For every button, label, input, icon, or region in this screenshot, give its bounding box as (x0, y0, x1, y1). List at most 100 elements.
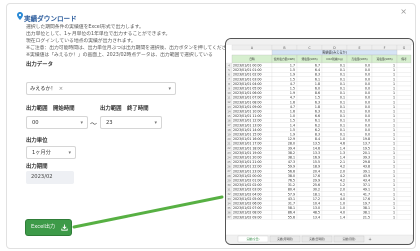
cell-value: 4.2 (340, 179, 345, 183)
cell-value: 17.2 (313, 197, 320, 201)
cell-datetime: 2023/01/02 01:00 (233, 179, 262, 183)
cell-value: 39.1 (363, 169, 370, 173)
chevron-down-icon: ▾ (154, 120, 157, 126)
range-start-label: 出力範囲 開始時間 (26, 106, 75, 112)
cell-value: 13.3 (313, 151, 320, 155)
cell-datetime: 2023/01/02 02:00 (233, 183, 262, 187)
range-start-select[interactable]: 00 ▾ (26, 116, 88, 129)
output-data-label: 出力データ (26, 62, 53, 68)
description-line: 現在ログインしている地点の実績が出力されます。 (26, 39, 136, 45)
cell-value: 10.4 (313, 202, 320, 206)
cell-value: 25.6 (313, 183, 320, 187)
cell-value: 0.1 (340, 82, 345, 86)
cell-value: 6.3 (315, 100, 320, 104)
column-header: 発電量(kWh) (301, 57, 317, 61)
unit-label: 出力単位 (26, 138, 48, 144)
row-number: 19 (227, 132, 231, 136)
cell-value: 48.5 (313, 211, 320, 215)
cell-value: 0.0 (365, 105, 370, 109)
cell-value: 1.4 (290, 123, 295, 127)
column-letter: E (358, 46, 360, 50)
cell-value: 4.2 (340, 165, 345, 169)
cell-value: 1 (393, 192, 395, 196)
cell-value: 0.1 (340, 133, 345, 137)
cell-value: 0.1 (340, 96, 345, 100)
cell-value: 4.7 (290, 96, 295, 100)
column-header: 日時 (249, 57, 255, 61)
cell-value: 55.6 (288, 215, 295, 219)
cell-datetime: 2023/01/02 04:00 (233, 192, 262, 196)
cell-value: 0.1 (340, 68, 345, 72)
period-label: 出力期間 (26, 164, 48, 170)
cell-value: 1 (393, 151, 395, 155)
table-cell (396, 118, 412, 123)
cell-value: 6.0 (315, 87, 320, 91)
cell-value: 14.6 (313, 146, 320, 150)
cell-value: 1 (393, 202, 395, 206)
table-cell (396, 182, 412, 188)
table-cell (396, 81, 412, 87)
table-cell (396, 200, 412, 206)
cell-value: 38.0 (288, 174, 295, 178)
cell-datetime: 2023/01/01 19:00 (233, 151, 262, 155)
table-cell (396, 187, 412, 192)
unit-value: 1ヶ月分 (32, 150, 51, 156)
cell-value: 1.6 (290, 100, 295, 104)
cell-value: 20.1 (363, 151, 370, 155)
cell-value: 4.0 (340, 211, 345, 215)
table-cell (396, 85, 412, 91)
cell-value: 1 (393, 64, 395, 68)
row-number: 18 (227, 128, 231, 132)
cell-value: 1.6 (290, 110, 295, 114)
cell-value: 1.8 (315, 82, 320, 86)
cell-datetime: 2023/01/01 01:00 (233, 68, 262, 72)
range-end-select[interactable]: 23 ▾ (100, 116, 162, 129)
period-date-field[interactable]: 2023/02 (26, 171, 74, 184)
cell-value: 4.1 (340, 192, 345, 196)
unit-select[interactable]: 1ヶ月分 ▾ (26, 146, 76, 159)
excel-download-button[interactable]: Excel出力 (26, 220, 71, 235)
description-line: 選択した期間条件の実績値をExcel形式で出力します。 (26, 25, 144, 30)
cell-value: 2.0 (340, 169, 345, 173)
cell-value: 18.1 (313, 192, 320, 196)
cell-value: 1 (393, 77, 395, 81)
output-data-select[interactable]: みえるか！ × ▾ (26, 82, 176, 95)
range-end-value: 23 (106, 120, 113, 126)
cell-value: 0.1 (340, 128, 345, 132)
row-number: 11 (227, 96, 231, 100)
cell-value: 0.1 (340, 64, 345, 68)
cell-value: 13.7 (363, 142, 370, 146)
cell-value: 0.1 (340, 100, 345, 104)
cell-datetime: 2023/01/01 18:00 (233, 146, 262, 150)
close-icon[interactable]: × (400, 7, 407, 17)
output-data-chip: みえるか！ × (30, 85, 63, 93)
cell-value: 86.4 (288, 211, 295, 215)
cell-value: 0.1 (340, 119, 345, 123)
table-cell (396, 104, 412, 110)
cell-datetime: 2023/01/02 08:00 (233, 211, 262, 215)
cell-value: 0.1 (340, 73, 345, 77)
cell-value: 0.0 (365, 73, 370, 77)
cell-value: 1 (393, 188, 395, 192)
cell-value: 76.5 (288, 179, 295, 183)
cell-value: 8.3 (315, 73, 320, 77)
cell-value: 1 (393, 156, 395, 160)
chip-remove-icon[interactable]: × (59, 86, 63, 92)
cell-value: 2.0 (340, 188, 345, 192)
table-cell (396, 72, 412, 77)
chevron-down-icon: ▾ (80, 120, 83, 126)
cell-value: 2.1 (340, 160, 345, 164)
table-cell (396, 113, 412, 119)
cell-value: 16.9 (313, 156, 320, 160)
cell-value: 1 (393, 197, 395, 201)
cell-value: 1 (393, 146, 395, 150)
cell-value: 1.4 (340, 215, 345, 219)
cell-value: 0.0 (365, 96, 370, 100)
cell-value: 19.7 (363, 202, 370, 206)
cell-value: 1.5 (290, 68, 295, 72)
column-letter: F (384, 46, 386, 50)
cell-value: 19.8 (363, 137, 370, 141)
table-cell (396, 205, 412, 211)
cell-value: 6.2 (315, 123, 320, 127)
cell-value: 0.0 (365, 87, 370, 91)
